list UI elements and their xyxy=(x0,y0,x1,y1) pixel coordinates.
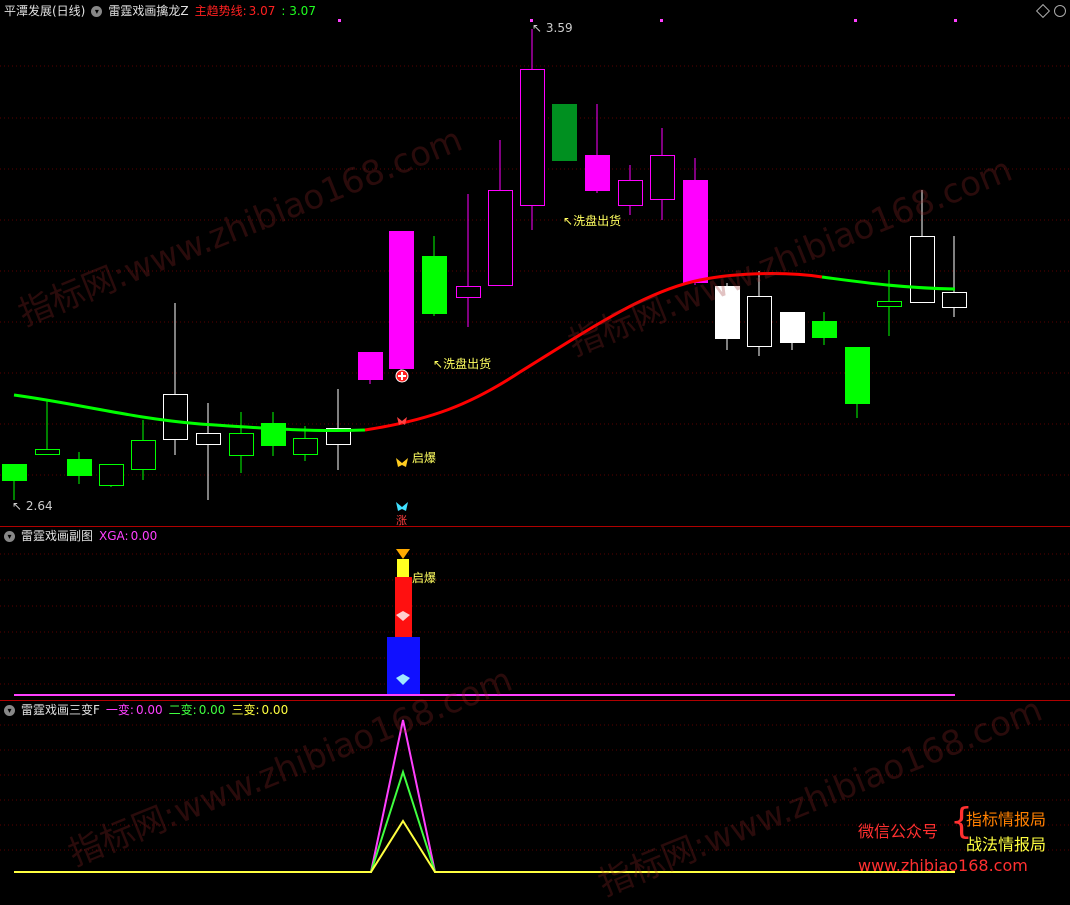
annotation-wash-1: ↖洗盘出货 xyxy=(563,214,622,228)
candle-body xyxy=(99,464,124,486)
candle-body xyxy=(618,180,643,206)
annotation-wash-2: ↖洗盘出货 xyxy=(433,357,492,371)
candle-body xyxy=(942,292,967,308)
brand-name-2: 战法情报局 xyxy=(966,835,1047,854)
candle-body xyxy=(552,104,577,161)
candle-body xyxy=(910,236,935,303)
top-marker xyxy=(854,19,857,22)
brand-name-1: 指标情报局 xyxy=(966,810,1047,829)
sub1-annotation-explode: 启爆 xyxy=(412,571,437,585)
candle-body xyxy=(520,69,545,206)
candle-body xyxy=(877,301,902,307)
candle-body xyxy=(812,321,837,338)
candle-body xyxy=(585,155,610,191)
candle-body xyxy=(845,347,870,404)
brand-wechat: 微信公众号 xyxy=(858,822,939,841)
candle-body xyxy=(131,440,156,470)
sub1-chart xyxy=(0,549,1070,696)
candle-body xyxy=(196,433,221,445)
butterfly-icon-cyan xyxy=(396,502,408,511)
red-bar xyxy=(395,577,412,637)
candle-body xyxy=(229,433,254,456)
yellow-bar xyxy=(397,559,409,577)
trend-line-green-left xyxy=(13,393,366,433)
candle-body xyxy=(422,256,447,314)
annotation-explode: 启爆 xyxy=(412,451,437,465)
candle-body xyxy=(389,231,414,369)
sub-chart-1-panel[interactable]: ▾ 雷霆戏画副图 XGA: 0.00 启爆 xyxy=(0,527,1070,700)
candle-body xyxy=(456,286,481,298)
low-price-label: ↖ 2.64 xyxy=(12,499,53,513)
candle-body xyxy=(163,394,188,440)
candle-body xyxy=(747,296,772,347)
top-marker xyxy=(338,19,341,22)
top-marker xyxy=(660,19,663,22)
high-price-label: ↖ 3.59 xyxy=(532,21,573,35)
arrow-down-icon xyxy=(396,549,410,559)
candle-body xyxy=(358,352,383,380)
candle-body xyxy=(2,464,27,481)
brand-url: www.zhibiao168.com xyxy=(858,856,1028,875)
candle-body xyxy=(35,449,60,455)
butterfly-icon-yellow xyxy=(396,458,408,467)
candle-body xyxy=(67,459,92,476)
top-marker xyxy=(954,19,957,22)
candle-body xyxy=(293,438,318,455)
candle-body xyxy=(780,312,805,343)
candle-body xyxy=(650,155,675,200)
candle-body xyxy=(488,190,513,286)
